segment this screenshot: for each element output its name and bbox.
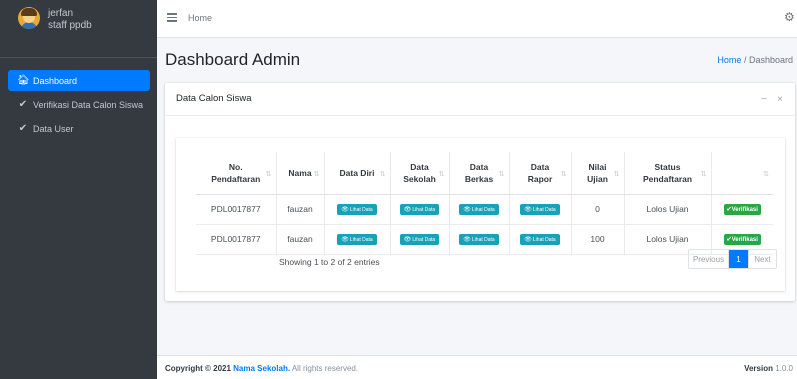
eye-icon: 👁︎ [463, 207, 471, 213]
data-table: No. Pendaftaran ⇅ Nama ⇅ Data Diri ⇅ Data Sek… [196, 152, 773, 255]
user-panel[interactable]: jerfan staff ppdb [0, 0, 157, 58]
sort-icon: ⇅ [613, 170, 620, 178]
lihat-data-rapor-button[interactable]: 👁︎Lihat Data [520, 204, 560, 215]
avatar[interactable] [18, 7, 40, 29]
lihat-data-diri-button[interactable]: 👁︎Lihat Data [337, 234, 377, 245]
eye-icon: 👁︎ [341, 207, 349, 213]
sort-icon: ⇅ [438, 170, 445, 178]
gear-icon[interactable]: ⚙ [784, 10, 795, 24]
sidebar-item-label: Dashboard [33, 75, 78, 86]
eye-icon: 👁︎ [341, 237, 349, 243]
sort-icon: ⇅ [379, 170, 386, 178]
lihat-data-diri-button[interactable]: 👁︎Lihat Data [337, 204, 377, 215]
table-row: PDL0017877 fauzan 👁︎Lihat Data 👁︎Lihat D… [196, 224, 773, 255]
card-header: Data Calon Siswa − × [165, 83, 795, 116]
home-icon: 🏠︎ [17, 75, 30, 86]
cell-no-pendaftaran: PDL0017877 [196, 194, 277, 225]
check-icon: ✔ [18, 123, 28, 134]
next-page-button[interactable]: Next [748, 250, 776, 268]
column-header-nama[interactable]: Nama ⇅ [276, 152, 325, 195]
sort-icon: ⇅ [560, 170, 567, 178]
cell-nama: fauzan [276, 224, 325, 255]
lihat-data-berkas-button[interactable]: 👁︎Lihat Data [459, 204, 499, 215]
verifikasi-button[interactable]: ✔Verifikasi [723, 234, 761, 245]
sort-icon: ⇅ [265, 170, 272, 178]
sort-icon: ⇅ [313, 170, 320, 178]
breadcrumb-current: Dashboard [748, 55, 793, 65]
eye-icon: 👁︎ [524, 237, 532, 243]
table-row: PDL0017877 fauzan 👁︎Lihat Data 👁︎Lihat D… [196, 194, 773, 225]
eye-icon: 👁︎ [403, 207, 412, 213]
school-name-link[interactable]: Nama Sekolah. [233, 364, 290, 373]
sidebar-item-label: Verifikasi Data Calon Siswa [33, 99, 144, 110]
sidebar-item-verifikasi[interactable]: ✔ Verifikasi Data Calon Siswa [8, 94, 150, 115]
table-header-row: No. Pendaftaran ⇅ Nama ⇅ Data Diri ⇅ Data Sek… [196, 152, 773, 195]
close-icon[interactable]: × [777, 94, 783, 105]
footer: Copyright © 2021 Nama Sekolah. All right… [157, 355, 797, 379]
lihat-data-berkas-button[interactable]: 👁︎Lihat Data [459, 234, 499, 245]
top-navbar: Home ⚙ [157, 0, 797, 38]
breadcrumb: Home / Dashboard [717, 55, 793, 65]
column-header-action[interactable]: ⇅ [711, 152, 773, 195]
column-header-data-rapor[interactable]: Data Rapor ⇅ [509, 152, 572, 195]
pagination: Previous 1 Next [688, 249, 777, 269]
menu-icon[interactable] [167, 13, 177, 22]
sidebar-item-label: Data User [33, 123, 74, 134]
column-header-data-sekolah[interactable]: Data Sekolah ⇅ [390, 152, 450, 195]
cell-no-pendaftaran: PDL0017877 [196, 224, 277, 255]
eye-icon: 👁︎ [463, 237, 471, 243]
column-header-nilai-ujian[interactable]: Nilai Ujian ⇅ [571, 152, 625, 195]
sort-icon: ⇅ [498, 170, 505, 178]
breadcrumb-home-link[interactable]: Home [717, 55, 741, 65]
card-title: Data Calon Siswa [176, 93, 252, 104]
cell-nilai-ujian: 100 [571, 224, 625, 255]
column-header-status-pendaftaran[interactable]: Status Pendaftaran ⇅ [624, 152, 712, 195]
cell-nilai-ujian: 0 [571, 194, 625, 225]
user-role: staff ppdb [48, 20, 92, 31]
nav-home-link[interactable]: Home [188, 13, 212, 23]
eye-icon: 👁︎ [403, 237, 412, 243]
cell-nama: fauzan [276, 194, 325, 225]
column-header-no-pendaftaran[interactable]: No. Pendaftaran ⇅ [196, 152, 277, 195]
version: Version 1.0.0 [744, 364, 793, 373]
collapse-icon[interactable]: − [761, 94, 767, 105]
table-container: No. Pendaftaran ⇅ Nama ⇅ Data Diri ⇅ Data Sek… [176, 138, 785, 291]
check-icon: ✔ [18, 99, 28, 110]
cell-status: Lolos Ujian [624, 194, 712, 225]
eye-icon: 👁︎ [524, 207, 532, 213]
sidebar-item-data-user[interactable]: ✔ Data User [8, 118, 150, 139]
lihat-data-sekolah-button[interactable]: 👁︎Lihat Data [399, 204, 440, 215]
lihat-data-sekolah-button[interactable]: 👁︎Lihat Data [399, 234, 440, 245]
lihat-data-rapor-button[interactable]: 👁︎Lihat Data [520, 234, 560, 245]
previous-page-button[interactable]: Previous [689, 250, 729, 268]
page-1-button[interactable]: 1 [729, 250, 748, 268]
copyright: Copyright © 2021 Nama Sekolah. All right… [165, 364, 359, 373]
sidebar-item-dashboard[interactable]: 🏠︎ Dashboard [8, 70, 150, 91]
data-calon-siswa-card: Data Calon Siswa − × No. Pendaftaran ⇅ Nam… [165, 83, 795, 301]
entries-info: Showing 1 to 2 of 2 entries [279, 257, 380, 267]
user-name[interactable]: jerfan [48, 8, 73, 19]
breadcrumb-separator: / [743, 55, 747, 65]
sort-icon: ⇅ [763, 170, 769, 178]
column-header-data-berkas[interactable]: Data Berkas ⇅ [449, 152, 510, 195]
sidebar: jerfan staff ppdb 🏠︎ Dashboard ✔ Verifik… [0, 0, 157, 379]
sort-icon: ⇅ [700, 170, 707, 178]
page-title: Dashboard Admin [165, 50, 301, 69]
column-header-data-diri[interactable]: Data Diri ⇅ [324, 152, 391, 195]
verifikasi-button[interactable]: ✔Verifikasi [723, 204, 761, 215]
